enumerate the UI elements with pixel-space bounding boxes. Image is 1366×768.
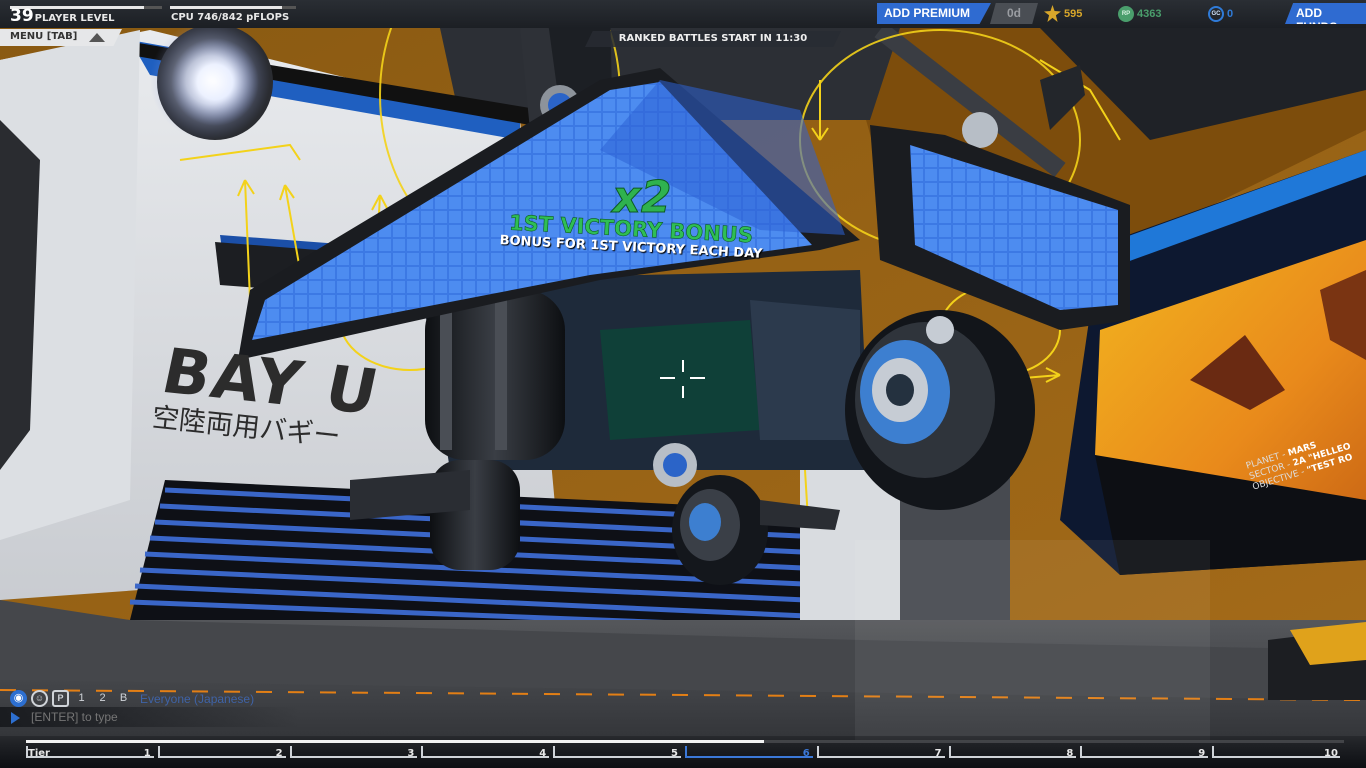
clan-icon[interactable]: B	[115, 690, 132, 707]
person-icon[interactable]: ☺	[31, 690, 48, 707]
robits[interactable]: RP 4363	[1118, 4, 1161, 23]
tier-segment[interactable]	[157, 746, 286, 758]
chat-input[interactable]	[31, 710, 281, 724]
victory-bonus-banner: x2 1ST VICTORY BONUS BONUS FOR 1ST VICTO…	[476, 175, 786, 262]
tier-segment[interactable]	[289, 746, 418, 758]
chat-arrow-icon	[11, 712, 20, 724]
top-bar: 39 PLAYER LEVEL CPU 746/842 pFLOPS ADD P…	[0, 0, 1366, 28]
tier-segment[interactable]	[1212, 746, 1340, 758]
gc-icon: GC	[1208, 5, 1224, 22]
chat-channel[interactable]: Everyone (Japanese)	[140, 692, 254, 706]
add-funds-button[interactable]: ADD FUNDS	[1285, 3, 1366, 24]
tier-number: 8	[1066, 748, 1074, 759]
chat-filters: ◉ ☺ P 1 2 B	[10, 690, 132, 707]
friend-2-icon[interactable]: 2	[94, 690, 111, 707]
player-level[interactable]: 39 PLAYER LEVEL	[10, 8, 115, 25]
menu-tab-button[interactable]: MENU [TAB]	[0, 29, 122, 46]
cpu-progress	[170, 6, 296, 9]
tier-segment[interactable]	[1080, 746, 1209, 758]
player-level-number: 39	[10, 6, 34, 26]
tier-segment[interactable]	[26, 746, 154, 758]
galaxy-coins-value: 0	[1227, 7, 1234, 20]
tech-points-value: 595	[1064, 7, 1083, 20]
tier-number: 10	[1324, 748, 1338, 759]
premium-days: 0d	[990, 3, 1038, 24]
tier-number: 9	[1198, 748, 1206, 759]
galaxy-coins[interactable]: GC 0	[1208, 4, 1233, 23]
menu-arrow-icon	[89, 33, 105, 42]
menu-tab-label: MENU [TAB]	[10, 31, 78, 42]
tier-number: 4	[539, 748, 547, 759]
tier-number: 3	[407, 748, 415, 759]
cpu-label: CPU 746/842 pFLOPS	[171, 12, 290, 23]
tier-segment[interactable]	[685, 746, 813, 758]
tech-points[interactable]: 595	[1044, 4, 1082, 23]
tier-number: 5	[671, 748, 678, 759]
tier-segment[interactable]	[421, 746, 550, 758]
globe-icon[interactable]: ◉	[10, 690, 27, 707]
tier-segment[interactable]	[948, 746, 1077, 758]
tier-number: 1	[143, 748, 151, 759]
tier-segment[interactable]	[553, 746, 681, 758]
tier-number: 2	[275, 748, 283, 759]
player-level-label: PLAYER LEVEL	[34, 13, 115, 24]
tier-number: 7	[934, 748, 942, 759]
party-icon[interactable]: P	[52, 690, 69, 707]
tier-number: 6	[802, 748, 810, 759]
add-premium-button[interactable]: ADD PREMIUM	[877, 3, 991, 24]
chat-input-row	[0, 707, 300, 727]
friend-1-icon[interactable]: 1	[73, 690, 90, 707]
ranked-battles-notice: RANKED BATTLES START IN 11:30	[585, 31, 841, 47]
tier-progress	[26, 740, 1344, 743]
rp-icon: RP	[1118, 5, 1134, 22]
tier-segment[interactable]	[816, 746, 945, 758]
robits-value: 4363	[1137, 7, 1162, 20]
star-icon	[1044, 5, 1061, 22]
tier-bar: Tier 1 2 3 4 5 6 7 8 9 10	[0, 736, 1366, 768]
